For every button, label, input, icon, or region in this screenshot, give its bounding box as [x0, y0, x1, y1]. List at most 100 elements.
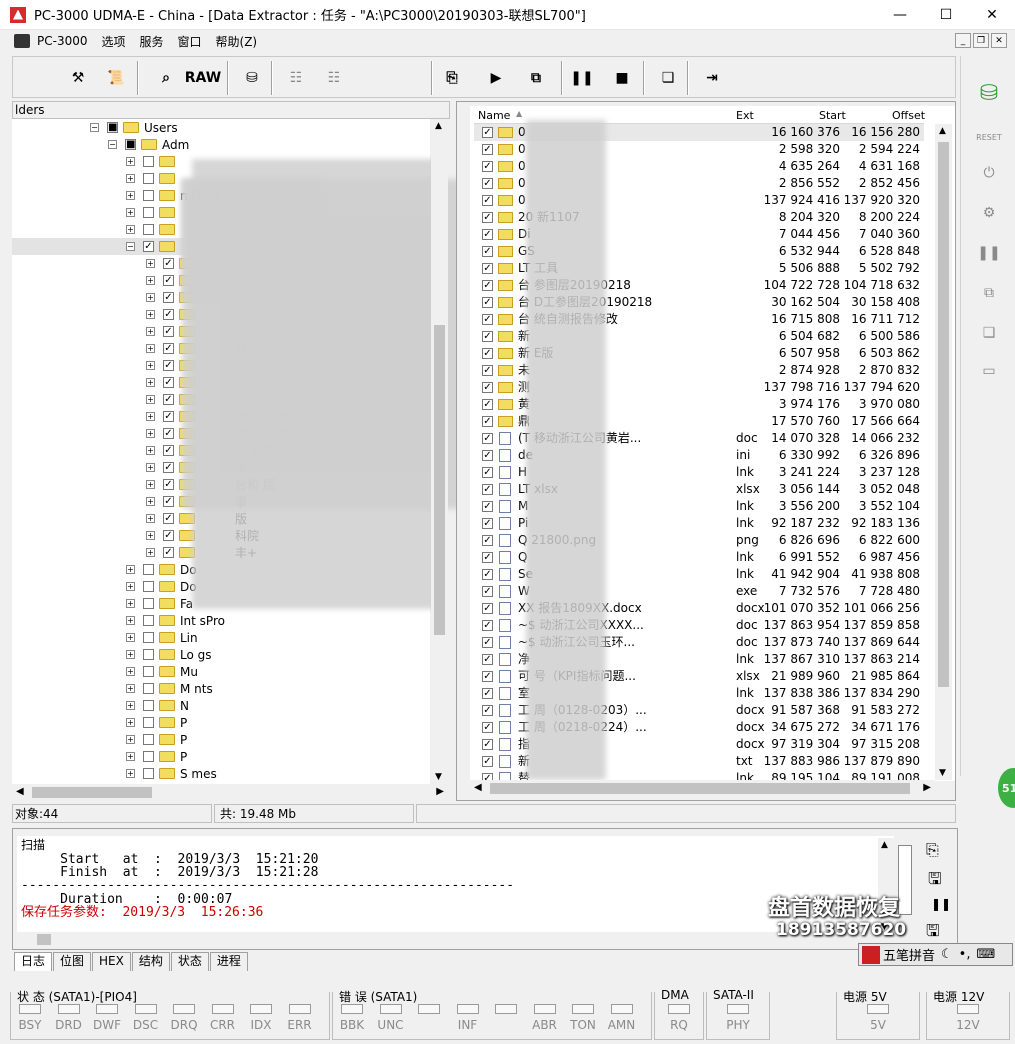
tree-checkbox[interactable]: ✓: [163, 326, 174, 337]
tree-expand-icon[interactable]: ☷: [321, 65, 347, 91]
expand-icon[interactable]: +: [126, 157, 135, 166]
tab-hex[interactable]: HEX: [92, 952, 131, 971]
side-network-icon[interactable]: ⧉: [976, 282, 1002, 304]
tree-checkbox[interactable]: [143, 734, 154, 745]
file-checkbox[interactable]: ✓: [482, 603, 493, 614]
file-checkbox[interactable]: ✓: [482, 297, 493, 308]
play-icon[interactable]: ▶: [483, 65, 509, 91]
expand-icon[interactable]: +: [126, 633, 135, 642]
exit-icon[interactable]: ⇥: [699, 65, 725, 91]
menu-window[interactable]: 窗口: [171, 33, 209, 50]
tree-checkbox[interactable]: [143, 717, 154, 728]
file-scroll-up-icon[interactable]: ▲: [939, 126, 946, 136]
tree-checkbox[interactable]: ✓: [163, 428, 174, 439]
side-copy-icon[interactable]: ❏: [976, 322, 1002, 344]
binoculars-icon[interactable]: ⌕: [153, 65, 179, 91]
log-hscroll[interactable]: [17, 932, 878, 947]
file-checkbox[interactable]: ✓: [482, 671, 493, 682]
tree-checkbox[interactable]: ✓: [143, 241, 154, 252]
scroll-up-icon[interactable]: ▲: [435, 121, 442, 131]
tree-row[interactable]: − ■ Adm: [108, 136, 189, 153]
tree-row[interactable]: + Do: [126, 578, 197, 595]
scroll-right-icon[interactable]: ▶: [436, 786, 444, 797]
col-name[interactable]: Name: [478, 109, 510, 122]
expand-icon[interactable]: +: [126, 701, 135, 710]
tree-row[interactable]: + Int sPro: [126, 612, 225, 629]
tree-row[interactable]: +: [126, 221, 180, 238]
scroll-left-icon[interactable]: ◀: [16, 786, 24, 797]
expand-icon[interactable]: +: [146, 344, 155, 353]
file-checkbox[interactable]: ✓: [482, 382, 493, 393]
side-battery-icon[interactable]: ▭: [976, 360, 1002, 382]
file-checkbox[interactable]: ✓: [482, 416, 493, 427]
col-start[interactable]: Start: [819, 109, 846, 122]
tree-checkbox[interactable]: [143, 683, 154, 694]
tree-checkbox[interactable]: ✓: [163, 360, 174, 371]
expand-icon[interactable]: +: [126, 667, 135, 676]
tree-hscroll-thumb[interactable]: [32, 787, 152, 798]
expand-icon[interactable]: +: [146, 378, 155, 387]
file-checkbox[interactable]: ✓: [482, 127, 493, 138]
tree-checkbox[interactable]: [143, 700, 154, 711]
file-hscroll[interactable]: ◀ ▶: [470, 780, 935, 797]
tree-checkbox[interactable]: ✓: [163, 258, 174, 269]
moon-icon[interactable]: ☾: [941, 947, 953, 962]
expand-icon[interactable]: −: [108, 140, 117, 149]
network-icon[interactable]: ⧉: [521, 65, 551, 91]
tab-log[interactable]: 日志: [14, 952, 53, 971]
file-checkbox[interactable]: ✓: [482, 365, 493, 376]
col-ext[interactable]: Ext: [736, 109, 754, 122]
tree-row[interactable]: + Mu: [126, 663, 198, 680]
tree-checkbox[interactable]: [143, 751, 154, 762]
tree-row[interactable]: + Lo gs: [126, 646, 212, 663]
tree-checkbox[interactable]: [143, 615, 154, 626]
tree-checkbox[interactable]: [143, 564, 154, 575]
tree-vscroll[interactable]: ▲ ▼: [431, 119, 448, 784]
file-checkbox[interactable]: ✓: [482, 552, 493, 563]
expand-icon[interactable]: +: [126, 735, 135, 744]
tree-checkbox[interactable]: [143, 598, 154, 609]
expand-icon[interactable]: +: [146, 548, 155, 557]
file-scroll-thumb[interactable]: [938, 142, 949, 687]
mdi-close-button[interactable]: ✕: [991, 33, 1007, 48]
file-checkbox[interactable]: ✓: [482, 637, 493, 648]
file-checkbox[interactable]: ✓: [482, 212, 493, 223]
expand-icon[interactable]: +: [146, 446, 155, 455]
keyboard-icon[interactable]: ⌨: [976, 947, 995, 962]
file-checkbox[interactable]: ✓: [482, 467, 493, 478]
file-checkbox[interactable]: ✓: [482, 331, 493, 342]
power-icon[interactable]: ⏻: [976, 162, 1002, 184]
raw-button[interactable]: RAW: [185, 65, 221, 91]
file-vscroll[interactable]: ▲ ▼: [935, 124, 952, 780]
file-scroll-down-icon[interactable]: ▼: [939, 768, 946, 778]
tree-checkbox[interactable]: ✓: [163, 462, 174, 473]
scroll-icon[interactable]: 📜: [103, 65, 129, 91]
log-export-icon[interactable]: ⎘: [926, 840, 939, 860]
tree-checkbox[interactable]: ✓: [163, 292, 174, 303]
file-checkbox[interactable]: ✓: [482, 705, 493, 716]
mdi-minimize-button[interactable]: _: [955, 33, 971, 48]
file-checkbox[interactable]: ✓: [482, 518, 493, 529]
file-checkbox[interactable]: ✓: [482, 569, 493, 580]
tree-checkbox[interactable]: [143, 632, 154, 643]
tree-scroll-thumb[interactable]: [434, 325, 445, 635]
tree-row[interactable]: + P: [126, 714, 187, 731]
expand-icon[interactable]: +: [146, 412, 155, 421]
tree-hscroll[interactable]: ◀ ▶: [12, 784, 448, 801]
tree-checkbox[interactable]: ✓: [163, 445, 174, 456]
minimize-button[interactable]: —: [877, 0, 923, 30]
tree-row[interactable]: + N: [126, 697, 189, 714]
tree-checkbox[interactable]: [143, 666, 154, 677]
tab-bitmap[interactable]: 位图: [53, 952, 92, 971]
file-checkbox[interactable]: ✓: [482, 246, 493, 257]
file-checkbox[interactable]: ✓: [482, 688, 493, 699]
tree-row[interactable]: + P: [126, 748, 187, 765]
side-pause-icon[interactable]: ❚❚: [976, 242, 1002, 264]
tree-checkbox[interactable]: ✓: [163, 530, 174, 541]
file-checkbox[interactable]: ✓: [482, 399, 493, 410]
tree-checkbox[interactable]: ✓: [163, 275, 174, 286]
windows-icon[interactable]: ❏: [655, 65, 681, 91]
tree-checkbox[interactable]: [143, 768, 154, 779]
tree-checkbox[interactable]: [143, 156, 154, 167]
file-checkbox[interactable]: ✓: [482, 178, 493, 189]
